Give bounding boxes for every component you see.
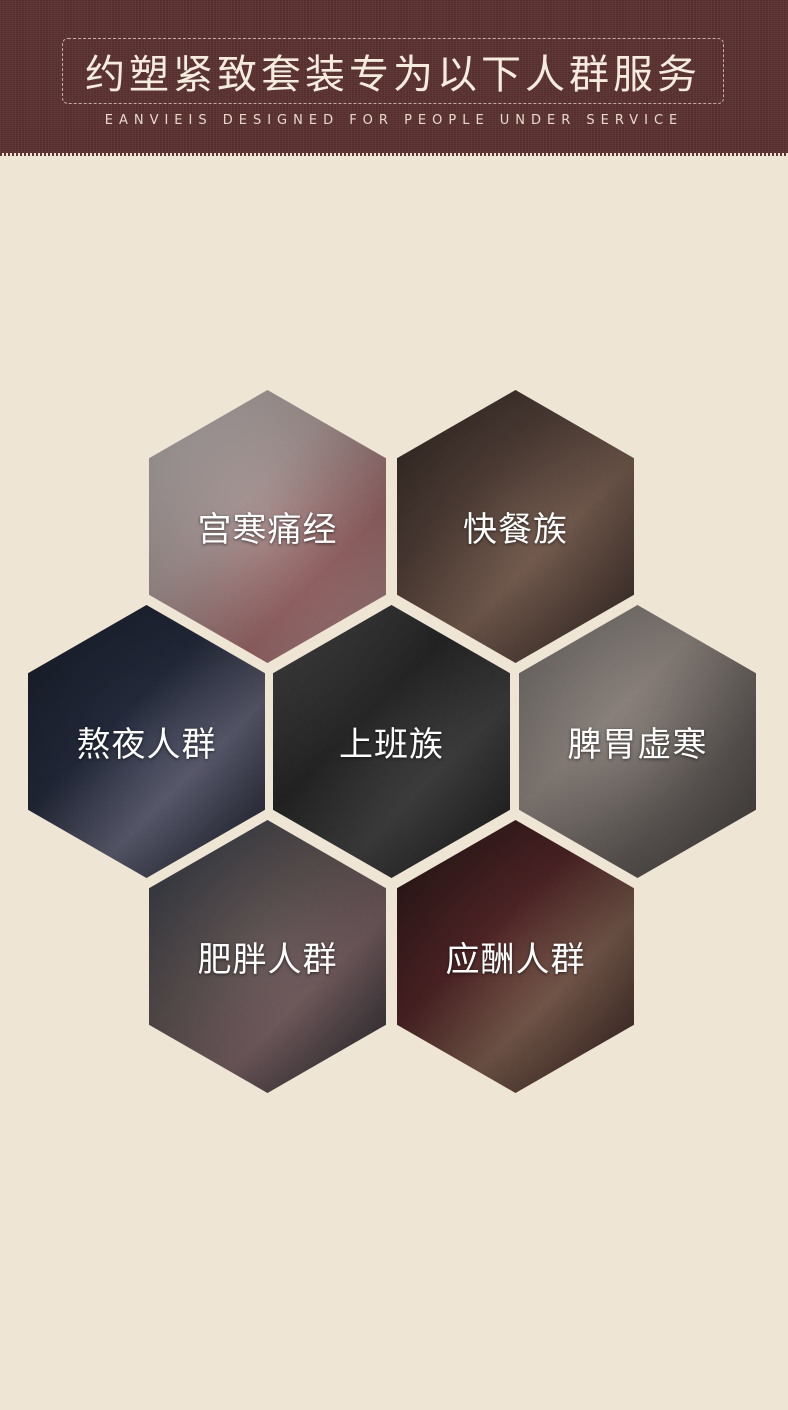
hex-label: 快餐族 xyxy=(463,510,568,550)
hex-tile-fast-food: 快餐族 xyxy=(397,390,634,663)
header-banner: 约塑紧致套装专为以下人群服务 EANVIEIS DESIGNED FOR PEO… xyxy=(0,0,788,156)
hex-label: 肥胖人群 xyxy=(197,940,338,980)
hex-label: 应酬人群 xyxy=(445,940,586,980)
hex-tile-office-workers: 上班族 xyxy=(273,605,510,878)
page-title: 约塑紧致套装专为以下人群服务 xyxy=(85,52,701,98)
hex-tile-uterine-cold: 宫寒痛经 xyxy=(149,390,386,663)
hex-label: 脾胃虚寒 xyxy=(567,725,708,765)
hex-label: 上班族 xyxy=(339,725,444,765)
hex-tile-night-owls: 熬夜人群 xyxy=(28,605,265,878)
page-subtitle: EANVIEIS DESIGNED FOR PEOPLE UNDER SERVI… xyxy=(104,113,684,128)
title-frame: 约塑紧致套装专为以下人群服务 xyxy=(62,38,724,104)
hex-tile-weak-stomach: 脾胃虚寒 xyxy=(519,605,756,878)
hex-label: 宫寒痛经 xyxy=(197,510,338,550)
hex-tile-obese: 肥胖人群 xyxy=(149,820,386,1093)
hex-label: 熬夜人群 xyxy=(76,725,217,765)
hex-tile-socializing: 应酬人群 xyxy=(397,820,634,1093)
